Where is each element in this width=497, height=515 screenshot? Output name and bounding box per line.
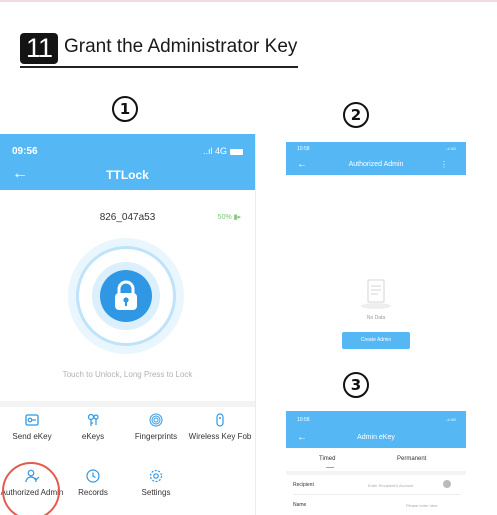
- menu-label: Fingerprints: [134, 432, 178, 441]
- more-vertical-icon[interactable]: ⋮: [440, 160, 448, 169]
- app-header: 10:58 ..ıl 4G ← Admin eKey: [286, 411, 466, 448]
- status-signal: ..ıl 4G: [445, 146, 456, 151]
- app-title: TTLock: [106, 168, 149, 182]
- highlight-circle: [2, 462, 60, 515]
- menu-label: Settings: [141, 488, 171, 497]
- unlock-hint: Touch to Unlock, Long Press to Lock: [62, 370, 193, 379]
- status-time: 09:56: [12, 146, 38, 157]
- fingerprints-button[interactable]: Fingerprints: [124, 412, 188, 441]
- menu-label: Records: [78, 488, 108, 497]
- step-marker-2: 2: [343, 102, 369, 128]
- status-time: 10:58: [297, 146, 310, 152]
- active-tab-indicator: [326, 467, 334, 468]
- contacts-icon[interactable]: [443, 480, 451, 488]
- step-number-badge: 11: [20, 33, 58, 64]
- settings-button[interactable]: Settings: [124, 468, 188, 497]
- phone-screen-admin-ekey: 10:58 ..ıl 4G ← Admin eKey Timed Permane…: [286, 411, 466, 515]
- battery-icon: [230, 148, 243, 155]
- settings-icon: [149, 469, 163, 483]
- create-admin-button[interactable]: Create Admin: [342, 332, 410, 349]
- title-underline: [20, 66, 298, 68]
- ekeys-button[interactable]: eKeys: [61, 412, 125, 441]
- app-header: 10:58 ..ıl 4G ← Authorized Admin ⋮: [286, 142, 466, 175]
- top-divider: [0, 0, 497, 2]
- section-divider: [286, 471, 466, 475]
- key-fob-icon: [216, 413, 224, 427]
- section-divider: [0, 401, 255, 407]
- send-ekey-icon: [25, 414, 39, 426]
- padlock-icon: [115, 280, 137, 310]
- screen-title: Authorized Admin: [348, 161, 404, 168]
- send-ekey-button[interactable]: Send eKey: [0, 412, 64, 441]
- records-icon: [86, 469, 100, 483]
- ekeys-icon: [87, 413, 99, 426]
- phone-screen-lock: 09:56 ..ıl 4G ← TTLock 826_047a53 50% ▮▸…: [0, 134, 256, 515]
- battery-level: 50% ▮▸: [217, 214, 241, 221]
- empty-document-icon: [361, 279, 391, 309]
- menu-label: eKeys: [81, 432, 105, 441]
- app-header: 09:56 ..ıl 4G ← TTLock: [0, 134, 255, 190]
- phone-screen-authorized-admin: 10:58 ..ıl 4G ← Authorized Admin ⋮ No Da…: [286, 142, 466, 370]
- status-signal: ..ıl 4G: [445, 417, 456, 422]
- recipient-label: Recipient: [293, 482, 314, 488]
- wireless-key-fob-button[interactable]: Wireless Key Fob: [188, 412, 252, 441]
- unlock-button[interactable]: [100, 270, 152, 322]
- name-input[interactable]: Please enter here: [406, 503, 438, 508]
- step-marker-1: 1: [112, 96, 138, 122]
- tab-permanent[interactable]: Permanent: [397, 456, 426, 462]
- field-divider: [293, 494, 461, 495]
- name-label: Name: [293, 502, 307, 508]
- records-button[interactable]: Records: [61, 468, 125, 497]
- status-time: 10:58: [297, 417, 310, 423]
- step-marker-3: 3: [343, 372, 369, 398]
- fingerprint-icon: [149, 413, 163, 427]
- step-title: Grant the Administrator Key: [64, 36, 298, 57]
- recipient-input[interactable]: Enter Recipient's Account: [368, 483, 413, 488]
- status-signal: ..ıl 4G: [203, 146, 243, 156]
- empty-state-text: No Data: [366, 315, 386, 321]
- tab-timed[interactable]: Timed: [319, 456, 335, 462]
- menu-label: Send eKey: [12, 432, 52, 441]
- menu-label: Wireless Key Fob: [188, 432, 252, 441]
- screen-title: Admin eKey: [357, 434, 395, 441]
